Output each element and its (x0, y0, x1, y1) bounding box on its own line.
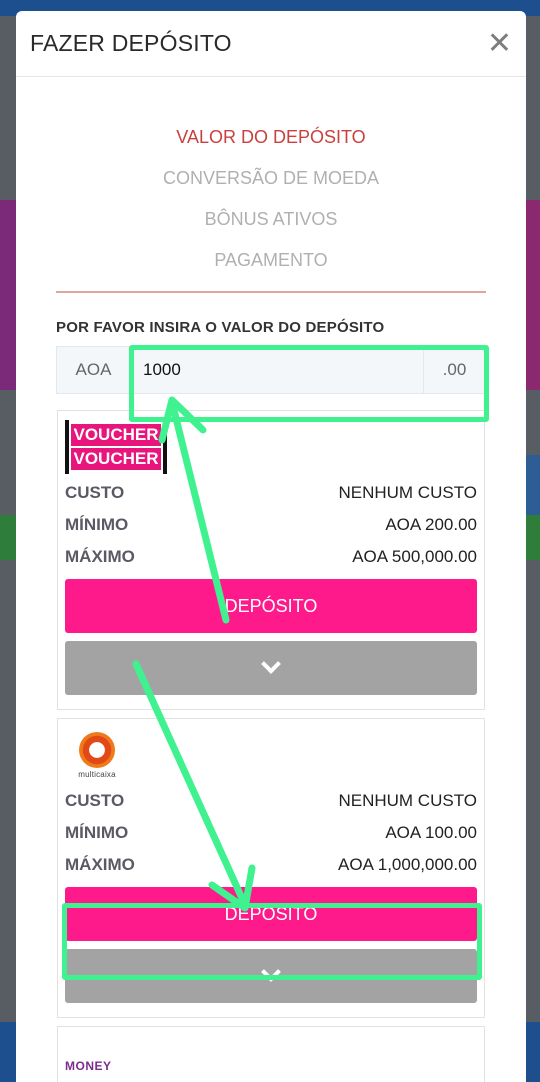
payment-methods-list: VOUCHER VOUCHER CUSTO NENHUM CUSTO MÍNIM… (57, 410, 485, 1082)
payment-method-voucher: VOUCHER VOUCHER CUSTO NENHUM CUSTO MÍNIM… (57, 410, 485, 710)
deposit-modal: FAZER DEPÓSITO ✕ VALOR DO DEPÓSITO CONVE… (16, 11, 526, 1082)
info-row-maximum: MÁXIMO AOA 1,000,000.00 (65, 849, 477, 881)
multicaixa-logo-text: multicaixa (78, 769, 116, 779)
info-value: AOA 500,000.00 (352, 547, 477, 566)
info-value: AOA 200.00 (385, 515, 477, 534)
background-green-strip-left (0, 515, 16, 560)
info-value: AOA 100.00 (385, 823, 477, 842)
info-value: NENHUM CUSTO (338, 791, 477, 810)
info-row-maximum: MÁXIMO AOA 500,000.00 (65, 541, 477, 573)
money-logo-text: MONEY (65, 1059, 112, 1073)
voucher-logo-image: VOUCHER VOUCHER (65, 420, 167, 474)
close-icon[interactable]: ✕ (487, 28, 512, 59)
info-row-cost: CUSTO NENHUM CUSTO (65, 785, 477, 817)
deposit-button[interactable]: DEPÓSITO (65, 887, 477, 941)
steps-divider (56, 291, 486, 293)
modal-title: FAZER DEPÓSITO (30, 30, 232, 56)
chevron-down-icon (261, 962, 281, 982)
voucher-logo-line: VOUCHER (71, 448, 161, 470)
multicaixa-logo: multicaixa (65, 725, 477, 785)
background-blue-strip (524, 455, 540, 515)
voucher-logo: VOUCHER VOUCHER (65, 417, 477, 477)
deposit-button[interactable]: DEPÓSITO (65, 579, 477, 633)
decimal-suffix: .00 (423, 347, 485, 393)
info-row-cost: CUSTO NENHUM CUSTO (65, 477, 477, 509)
background-banner-left (0, 200, 16, 390)
multicaixa-logo-image: multicaixa (65, 725, 129, 785)
multicaixa-flower-icon (79, 731, 115, 768)
background-banner-right (524, 200, 540, 390)
payment-method-money: MONEY (57, 1026, 485, 1082)
info-row-minimum: MÍNIMO AOA 200.00 (65, 509, 477, 541)
info-key: MÍNIMO (65, 515, 129, 534)
step-active-bonuses[interactable]: BÔNUS ATIVOS (16, 207, 526, 248)
info-key: CUSTO (65, 483, 125, 502)
expand-button[interactable] (65, 641, 477, 695)
info-value: NENHUM CUSTO (338, 483, 477, 502)
info-key: MÁXIMO (65, 855, 135, 874)
step-currency-conversion[interactable]: CONVERSÃO DE MOEDA (16, 166, 526, 207)
deposit-amount-input[interactable] (131, 347, 423, 393)
payment-method-multicaixa: multicaixa CUSTO NENHUM CUSTO MÍNIMO AOA… (57, 718, 485, 1018)
info-key: MÁXIMO (65, 547, 135, 566)
chevron-down-icon (261, 654, 281, 674)
expand-button[interactable] (65, 949, 477, 1003)
info-value: AOA 1,000,000.00 (338, 855, 477, 874)
step-deposit-amount[interactable]: VALOR DO DEPÓSITO (16, 125, 526, 166)
voucher-logo-line: VOUCHER (71, 424, 161, 446)
info-key: CUSTO (65, 791, 125, 810)
background-green-strip-right (524, 515, 540, 560)
currency-prefix: AOA (57, 347, 131, 393)
step-payment[interactable]: PAGAMENTO (16, 248, 526, 289)
deposit-steps: VALOR DO DEPÓSITO CONVERSÃO DE MOEDA BÔN… (16, 125, 526, 289)
money-logo: MONEY (65, 1033, 477, 1073)
info-key: MÍNIMO (65, 823, 129, 842)
modal-header: FAZER DEPÓSITO ✕ (16, 11, 526, 77)
amount-label: POR FAVOR INSIRA O VALOR DO DEPÓSITO (56, 319, 385, 336)
info-row-minimum: MÍNIMO AOA 100.00 (65, 817, 477, 849)
amount-input-group: AOA .00 (56, 346, 486, 394)
